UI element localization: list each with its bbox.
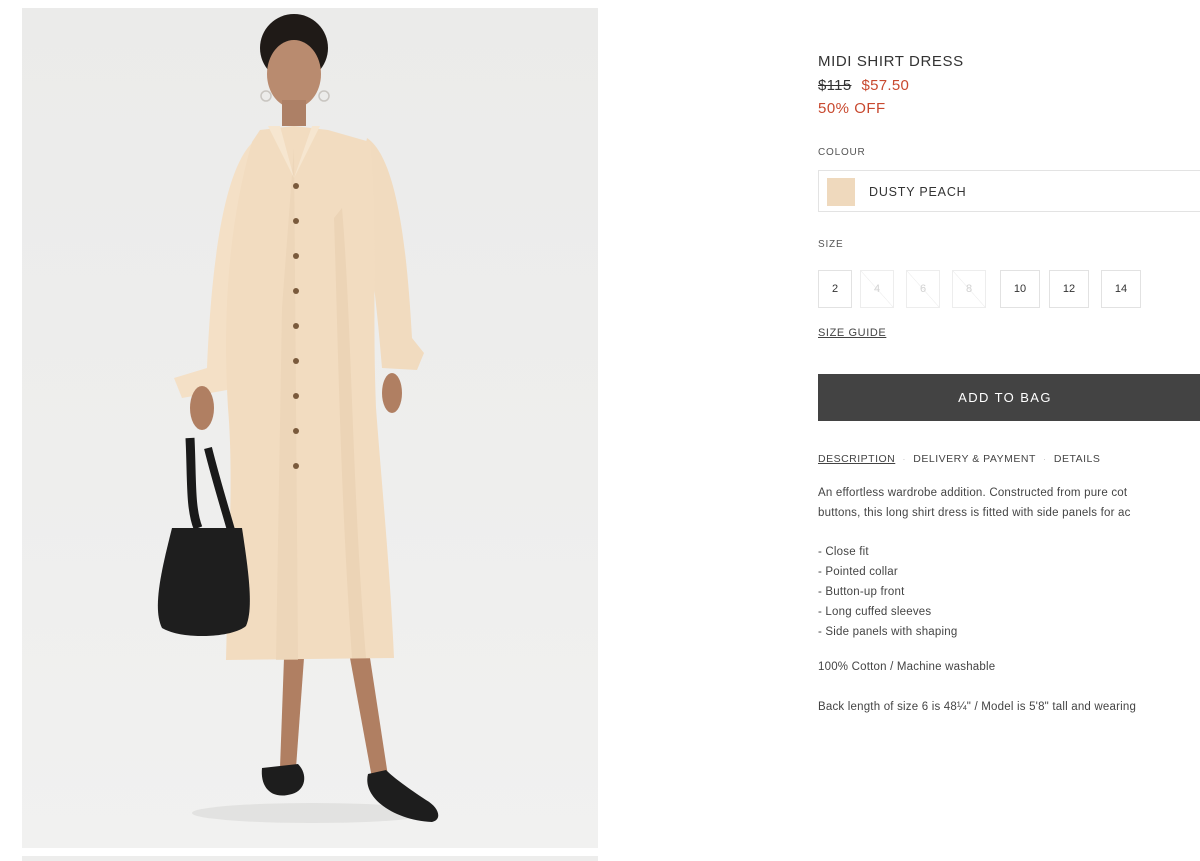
next-image-strip — [22, 856, 598, 861]
description-line: buttons, this long shirt dress is fitted… — [818, 507, 1131, 519]
size-option-8[interactable]: 8 — [952, 270, 986, 308]
size-option-2[interactable]: 2 — [818, 270, 852, 308]
feature-item: - Button-up front — [818, 586, 905, 598]
colour-swatch — [827, 178, 855, 206]
info-tabs: DESCRIPTION · DELIVERY & PAYMENT · DETAILS — [818, 453, 1100, 465]
colour-selector[interactable]: DUSTY PEACH — [818, 170, 1200, 212]
description-line: An effortless wardrobe addition. Constru… — [818, 487, 1128, 499]
tab-description[interactable]: DESCRIPTION — [818, 453, 895, 465]
model-wearing-dress-illustration — [157, 14, 439, 823]
tab-separator: · — [1043, 454, 1047, 464]
price-row: $115 $57.50 — [818, 77, 909, 94]
description-text: An effortless wardrobe addition. Constru… — [818, 483, 1200, 523]
product-name: MIDI SHIRT DRESS — [818, 53, 964, 70]
colour-label: COLOUR — [818, 147, 866, 158]
size-guide-link[interactable]: SIZE GUIDE — [818, 327, 886, 339]
sale-price: $57.50 — [861, 77, 910, 94]
size-option-6[interactable]: 6 — [906, 270, 940, 308]
product-image[interactable] — [22, 8, 598, 848]
size-option-14[interactable]: 14 — [1101, 270, 1141, 308]
discount-label: 50% OFF — [818, 100, 886, 117]
tab-delivery-payment[interactable]: DELIVERY & PAYMENT — [913, 453, 1036, 465]
selected-colour-name: DUSTY PEACH — [869, 185, 967, 199]
feature-item: - Side panels with shaping — [818, 626, 958, 638]
size-option-12[interactable]: 12 — [1049, 270, 1089, 308]
tab-details[interactable]: DETAILS — [1054, 453, 1100, 465]
feature-item: - Long cuffed sleeves — [818, 606, 932, 618]
feature-item: - Close fit — [818, 546, 869, 558]
size-label: SIZE — [818, 239, 844, 250]
product-info-panel: MIDI SHIRT DRESS $115 $57.50 50% OFF COLO… — [818, 0, 1200, 861]
feature-item: - Pointed collar — [818, 566, 898, 578]
feature-list: - Close fit - Pointed collar - Button-up… — [818, 542, 957, 642]
size-option-4[interactable]: 4 — [860, 270, 894, 308]
add-to-bag-button[interactable]: ADD TO BAG — [818, 374, 1200, 421]
composition-text: 100% Cotton / Machine washable — [818, 661, 996, 673]
size-option-10[interactable]: 10 — [1000, 270, 1040, 308]
tab-separator: · — [902, 454, 906, 464]
measurements-text: Back length of size 6 is 48¼" / Model is… — [818, 701, 1137, 713]
original-price: $115 — [818, 77, 852, 94]
